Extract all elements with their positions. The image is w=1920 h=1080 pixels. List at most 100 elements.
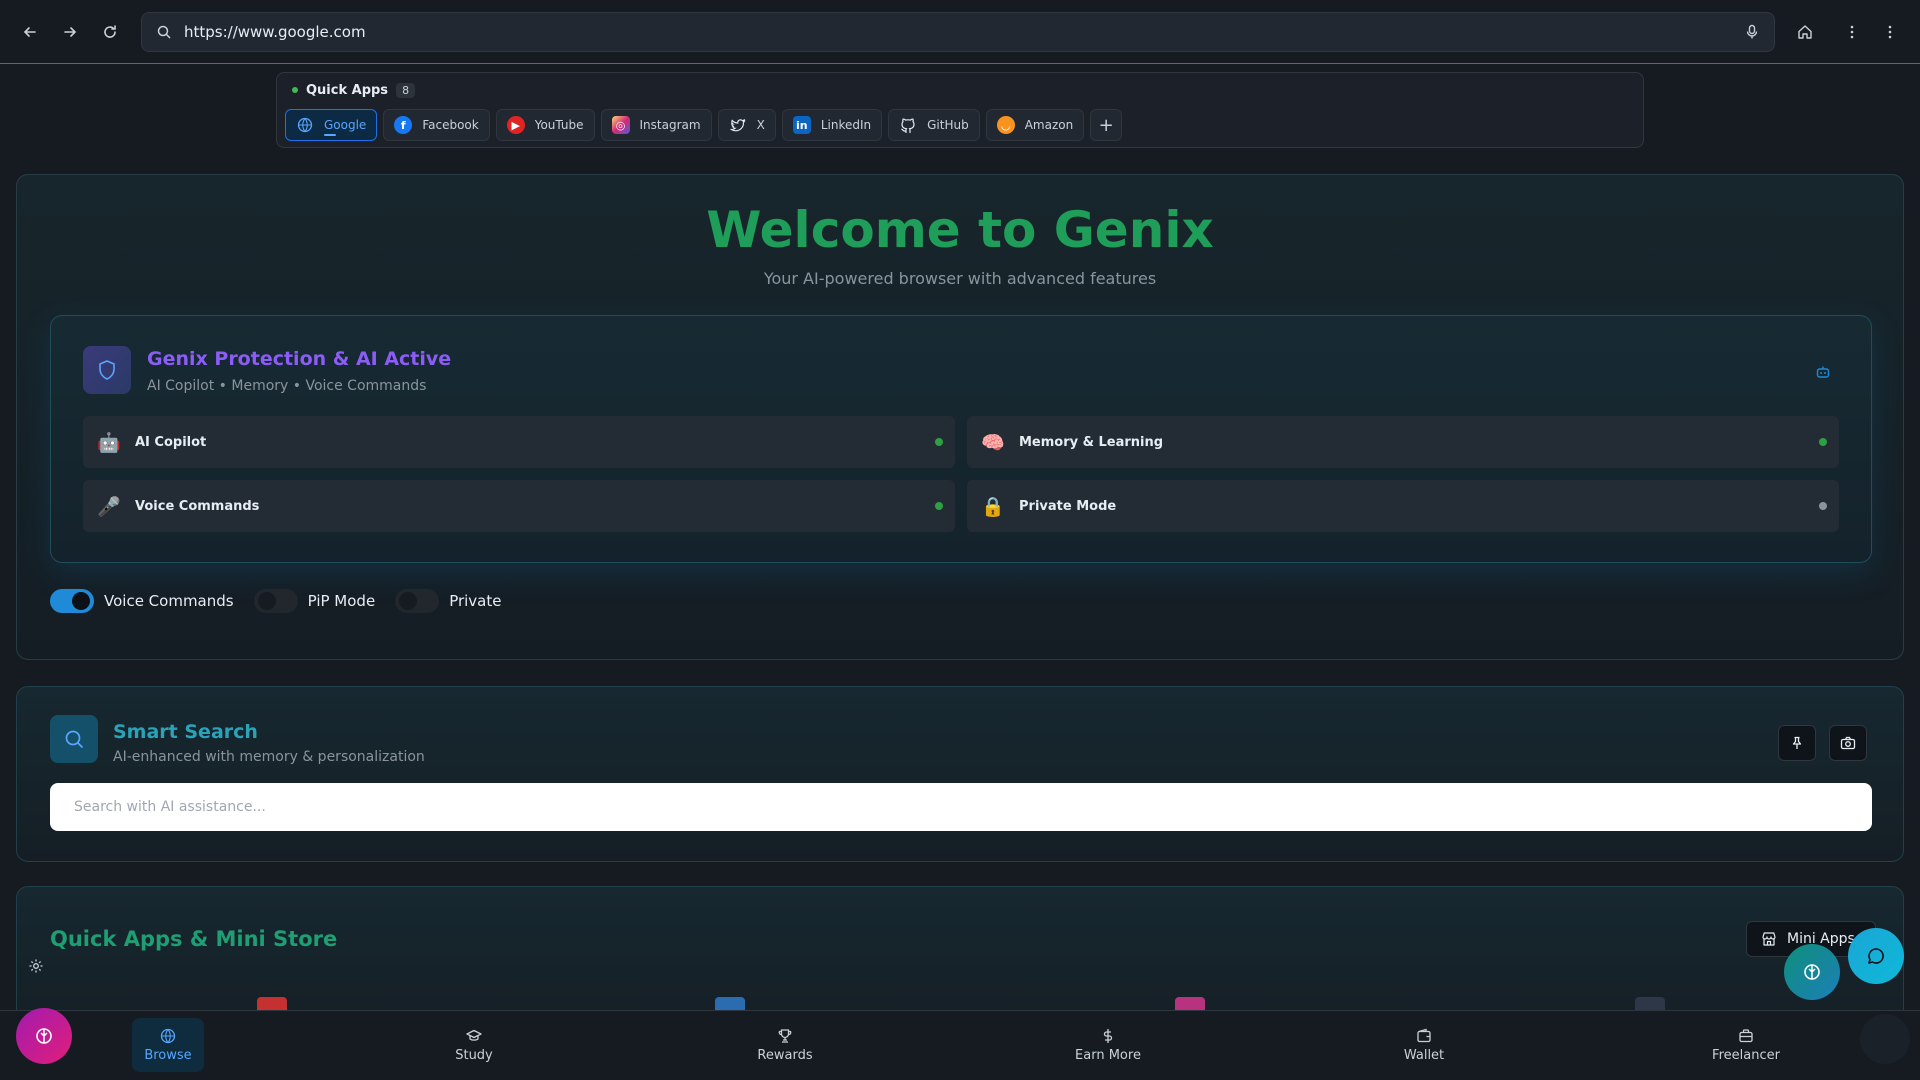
pin-icon — [1792, 736, 1802, 749]
toggle-label: Private — [449, 592, 502, 610]
home-button[interactable] — [1791, 18, 1819, 46]
amazon-icon: ◡ — [996, 116, 1015, 134]
pin-button[interactable] — [1778, 725, 1816, 761]
github-icon — [899, 116, 917, 134]
globe-icon — [160, 1028, 176, 1043]
reload-button[interactable] — [96, 18, 124, 46]
status-dot — [935, 438, 943, 446]
pip-mode-toggle[interactable] — [253, 589, 298, 613]
microphone-icon[interactable] — [1744, 24, 1760, 40]
globe-icon — [296, 116, 314, 134]
status-dot — [935, 502, 943, 510]
tab-wallet[interactable]: Wallet — [1388, 1018, 1460, 1072]
address-bar[interactable] — [141, 12, 1775, 52]
tab-label: Wallet — [1403, 1047, 1445, 1063]
tab-study[interactable]: Study — [438, 1018, 510, 1072]
more-vertical-icon — [1850, 25, 1854, 39]
quick-app-amazon[interactable]: ◡ Amazon — [985, 109, 1085, 141]
quick-apps-bar: Quick Apps 8 Google f Facebook ▶ YouTube… — [276, 72, 1644, 148]
linkedin-icon: in — [792, 116, 811, 134]
instagram-icon: ◎ — [611, 116, 630, 134]
settings-button[interactable] — [28, 958, 44, 978]
more-vertical-icon — [1888, 25, 1892, 39]
wallet-icon — [1417, 1028, 1431, 1042]
quick-app-linkedin[interactable]: in LinkedIn — [781, 109, 883, 141]
chat-fab[interactable] — [1848, 928, 1904, 984]
quick-apps-title: Quick Apps — [306, 82, 389, 98]
feature-label: AI Copilot — [135, 434, 207, 450]
voice-commands-toggle[interactable] — [50, 589, 94, 613]
status-dot — [1819, 502, 1827, 510]
genix-logo-icon — [36, 1028, 52, 1044]
forward-button[interactable] — [56, 18, 84, 46]
welcome-subtitle: Your AI-powered browser with advanced fe… — [763, 269, 1157, 288]
briefcase-icon — [1739, 1028, 1753, 1042]
camera-button[interactable] — [1829, 725, 1867, 761]
toggle-label: Voice Commands — [104, 592, 234, 610]
genix-assistant-fab[interactable] — [1784, 944, 1840, 1000]
toggle-label: PiP Mode — [307, 592, 376, 610]
gear-icon — [29, 959, 43, 973]
feature-label: Memory & Learning — [1019, 434, 1164, 450]
shield-icon — [83, 346, 131, 394]
tab-rewards[interactable]: Rewards — [749, 1018, 821, 1072]
quick-apps-count: 8 — [396, 82, 416, 98]
private-toggle[interactable] — [395, 589, 440, 613]
tab-earn-more[interactable]: Earn More — [1072, 1018, 1144, 1072]
tab-label: Study — [455, 1047, 493, 1063]
add-quick-app-button[interactable]: + — [1090, 109, 1123, 141]
feature-private-mode: 🔒 Private Mode — [967, 480, 1839, 532]
overflow-fab[interactable] — [1860, 1014, 1910, 1064]
url-input[interactable] — [184, 23, 1744, 41]
tab-freelancer[interactable]: Freelancer — [1706, 1018, 1786, 1072]
browser-toolbar — [0, 0, 1920, 64]
camera-icon — [1840, 736, 1856, 750]
dollar-icon — [1103, 1028, 1113, 1043]
smart-search-title: Smart Search — [113, 721, 258, 743]
quick-app-label: YouTube — [534, 118, 584, 132]
ai-search-input[interactable] — [50, 783, 1872, 831]
quick-app-github[interactable]: GitHub — [888, 109, 980, 141]
quick-app-youtube[interactable]: ▶ YouTube — [495, 109, 595, 141]
reload-icon — [104, 25, 116, 38]
quick-app-x[interactable]: X — [717, 109, 776, 141]
feature-label: Private Mode — [1019, 498, 1117, 514]
chat-icon — [1868, 948, 1884, 964]
feature-memory-learning: 🧠 Memory & Learning — [967, 416, 1839, 468]
quick-app-facebook[interactable]: f Facebook — [383, 109, 490, 141]
quick-apps-list: Google f Facebook ▶ YouTube ◎ Instagram … — [285, 109, 1635, 141]
tab-label: Freelancer — [1712, 1047, 1780, 1063]
genix-logo-button[interactable] — [16, 1008, 72, 1064]
feature-label: Voice Commands — [135, 498, 260, 514]
welcome-panel: Welcome to Genix Your AI-powered browser… — [16, 174, 1904, 660]
more-menu-button[interactable] — [1838, 18, 1866, 46]
genix-logo-icon — [1804, 964, 1820, 980]
search-icon — [50, 715, 98, 763]
microphone-icon: 🎤 — [97, 495, 121, 518]
quick-app-label: Amazon — [1024, 118, 1074, 132]
search-icon — [157, 25, 171, 39]
tab-browse[interactable]: Browse — [132, 1018, 204, 1072]
browser-menu-button[interactable] — [1876, 18, 1904, 46]
protection-subtitle: AI Copilot • Memory • Voice Commands — [147, 378, 427, 394]
quick-app-instagram[interactable]: ◎ Instagram — [600, 109, 712, 141]
quick-app-label: Facebook — [422, 118, 479, 132]
smart-search-panel: Smart Search AI-enhanced with memory & p… — [16, 686, 1904, 862]
back-button[interactable] — [16, 18, 44, 46]
quick-app-label: X — [756, 118, 765, 132]
youtube-icon: ▶ — [506, 116, 525, 134]
tab-label: Rewards — [757, 1047, 813, 1063]
store-icon — [1762, 932, 1776, 946]
feature-voice-commands: 🎤 Voice Commands — [83, 480, 955, 532]
mini-store-title: Quick Apps & Mini Store — [50, 927, 338, 951]
protection-title: Genix Protection & AI Active — [147, 348, 452, 370]
robot-icon[interactable] — [1815, 364, 1831, 384]
tab-label: Browse — [144, 1047, 192, 1063]
smart-search-subtitle: AI-enhanced with memory & personalizatio… — [113, 749, 425, 765]
arrow-right-icon — [64, 27, 77, 37]
graduation-cap-icon — [466, 1029, 482, 1041]
quick-app-google[interactable]: Google — [285, 109, 378, 141]
twitter-icon — [729, 116, 747, 134]
quick-app-label: LinkedIn — [820, 118, 872, 132]
protection-card: Genix Protection & AI Active AI Copilot … — [50, 315, 1872, 563]
